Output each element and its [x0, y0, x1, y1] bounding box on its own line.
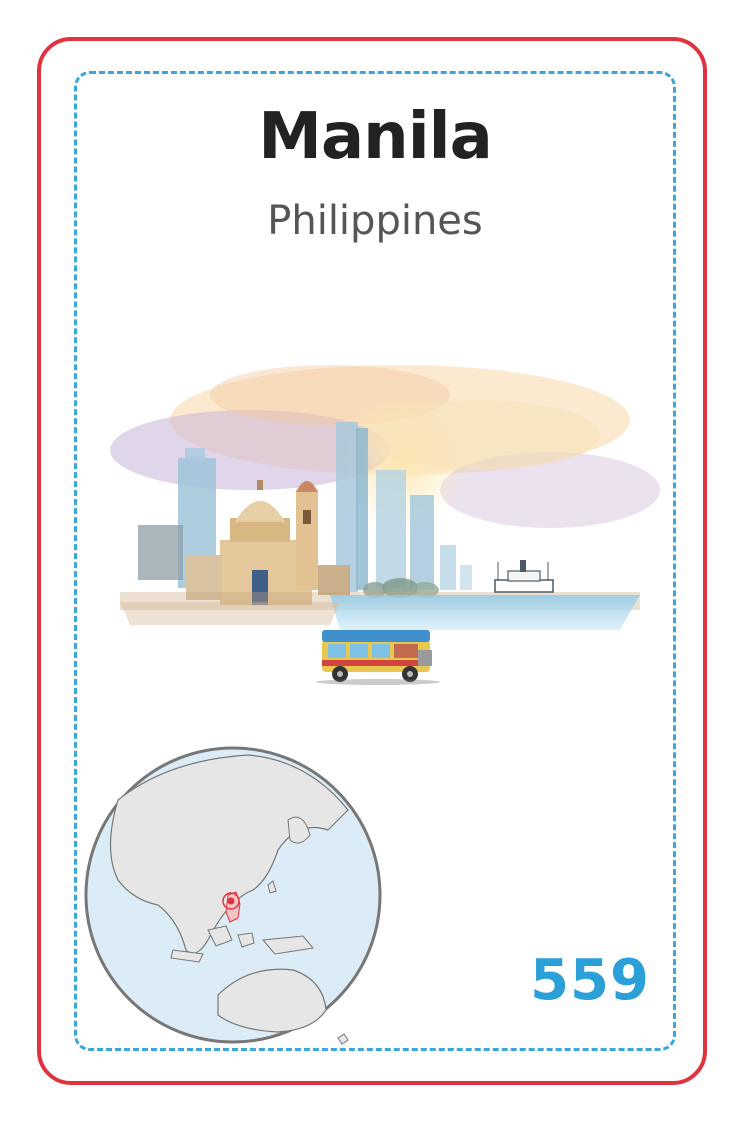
city-title: Manila: [258, 100, 493, 174]
skyline-illustration: [110, 365, 660, 685]
globe-map-icon: [84, 746, 382, 1045]
country-subtitle: Philippines: [267, 198, 483, 244]
card-number: 559: [530, 948, 650, 1013]
